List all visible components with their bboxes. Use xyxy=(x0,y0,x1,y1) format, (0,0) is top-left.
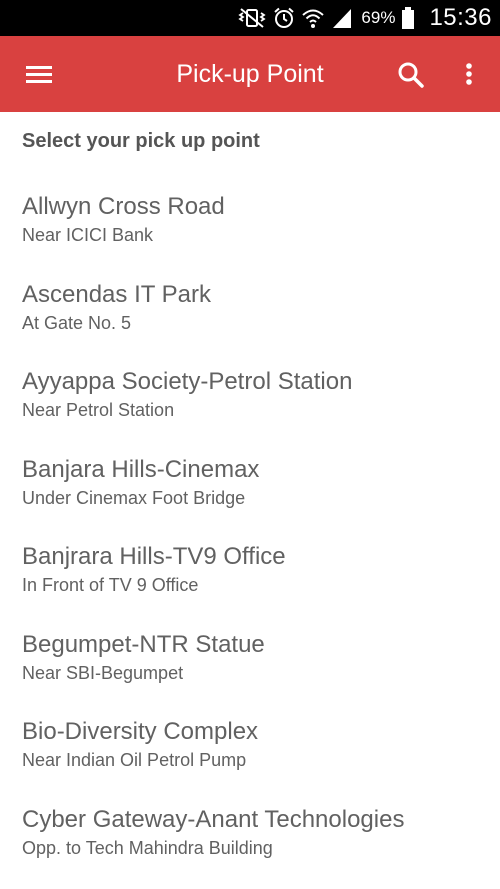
pickup-point-landmark: Under Cinemax Foot Bridge xyxy=(22,487,246,508)
app-bar: Pick-up Point xyxy=(0,36,500,112)
pickup-point-name: Ascendas IT Park xyxy=(22,280,211,308)
pickup-point-item[interactable]: Allwyn Cross Road Near ICICI Bank xyxy=(0,184,500,272)
battery-icon xyxy=(401,6,415,30)
signal-icon xyxy=(331,6,353,30)
pickup-point-item[interactable]: Begumpet-NTR Statue Near SBI-Begumpet xyxy=(0,622,500,710)
pickup-point-item[interactable]: Banjrara Hills-TV9 Office In Front of TV … xyxy=(0,534,500,622)
pickup-point-list: Allwyn Cross Road Near ICICI Bank Ascendas… xyxy=(0,184,500,884)
pickup-point-landmark: At Gate No. 5 xyxy=(22,312,132,333)
menu-button[interactable] xyxy=(22,60,56,88)
pickup-point-landmark: Near Indian Oil Petrol Pump xyxy=(22,750,247,770)
pickup-point-item[interactable]: Banjara Hills-Cinemax Under Cinemax Foot … xyxy=(0,447,500,535)
clock: 15:36 xyxy=(429,4,492,31)
status-icons: 69% 15:36 xyxy=(237,4,492,32)
search-icon xyxy=(398,62,424,88)
pickup-point-name: Begumpet-NTR Statue xyxy=(22,630,265,658)
pickup-point-landmark: Near Petrol Station xyxy=(22,400,175,420)
pickup-point-landmark: Near ICICI Bank xyxy=(22,225,154,245)
pickup-point-item[interactable]: Ayyappa Society-Petrol Station Near Petro… xyxy=(0,359,500,447)
menu-icon xyxy=(26,66,52,83)
pickup-point-name: Banjara Hills-Cinemax xyxy=(22,455,260,483)
status-bar: 69% 15:36 xyxy=(0,0,500,36)
pickup-point-landmark: In Front of TV 9 Office xyxy=(22,575,199,595)
more-vert-icon xyxy=(466,63,472,85)
section-title: Select your pick up point xyxy=(22,130,260,152)
pickup-point-name: Bio-Diversity Complex xyxy=(22,718,259,745)
more-options-button[interactable] xyxy=(456,58,482,92)
pickup-point-name: Ayyappa Society-Petrol Station xyxy=(22,368,353,395)
pickup-point-item[interactable]: Ascendas IT Park At Gate No. 5 xyxy=(0,272,500,360)
pickup-point-landmark: Opp. to Tech Mahindra Building xyxy=(22,837,273,858)
pickup-point-item[interactable]: Bio-Diversity Complex Near Indian Oil Pet… xyxy=(0,709,500,797)
pickup-point-item[interactable]: Cyber Gateway-Anant Technologies Opp. to … xyxy=(0,797,500,885)
alarm-icon xyxy=(273,6,295,30)
search-button[interactable] xyxy=(394,58,428,92)
pickup-point-name: Banjrara Hills-TV9 Office xyxy=(22,543,286,570)
pickup-point-landmark: Near SBI-Begumpet xyxy=(22,662,184,683)
battery-percent: 69% xyxy=(361,8,396,27)
pickup-point-name: Allwyn Cross Road xyxy=(22,193,225,220)
pickup-point-name: Cyber Gateway-Anant Technologies xyxy=(22,805,405,833)
mute-vibrate-icon xyxy=(237,6,267,30)
wifi-icon xyxy=(301,6,325,30)
